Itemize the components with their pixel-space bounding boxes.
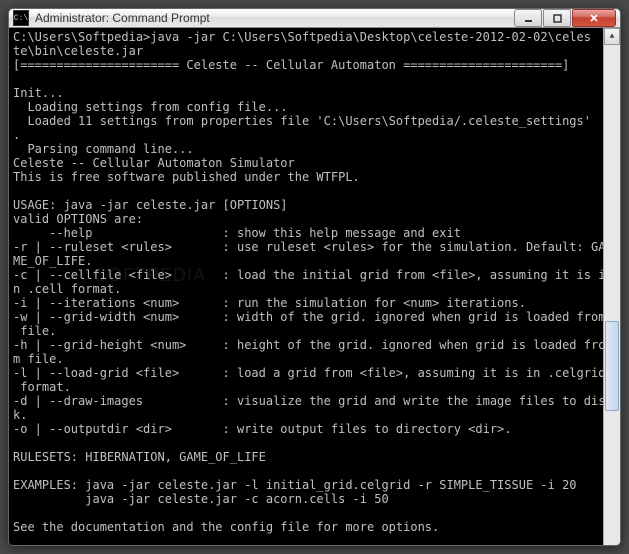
line: . xyxy=(13,128,20,142)
line: Init... xyxy=(13,86,64,100)
line: -h | --grid-height <num> : height of the… xyxy=(13,338,603,352)
command-prompt-window: C:\ Administrator: Command Prompt C:\Use… xyxy=(8,8,621,546)
scroll-track[interactable] xyxy=(604,45,620,546)
line: EXAMPLES: java -jar celeste.jar -l initi… xyxy=(13,478,577,492)
close-button[interactable] xyxy=(572,9,616,27)
line: See the documentation and the config fil… xyxy=(13,520,439,534)
line: Loaded 11 settings from properties file … xyxy=(13,114,591,128)
app-icon: C:\ xyxy=(13,10,29,26)
console-area: C:\Users\Softpedia>java -jar C:\Users\So… xyxy=(9,28,620,546)
line: format. xyxy=(13,380,71,394)
vertical-scrollbar[interactable]: ▲ ▼ xyxy=(603,28,620,546)
line: This is free software published under th… xyxy=(13,170,360,184)
line: -o | --outputdir <dir> : write output fi… xyxy=(13,422,512,436)
line: RULESETS: HIBERNATION, GAME_OF_LIFE xyxy=(13,450,266,464)
line: -w | --grid-width <num> : width of the g… xyxy=(13,310,603,324)
titlebar[interactable]: C:\ Administrator: Command Prompt xyxy=(9,9,620,28)
line: Parsing command line... xyxy=(13,142,194,156)
maximize-button[interactable] xyxy=(543,9,571,27)
line: k. xyxy=(13,408,27,422)
line: C:\Users\Softpedia>java -jar C:\Users\So… xyxy=(13,30,591,44)
window-title: Administrator: Command Prompt xyxy=(35,11,514,25)
line: --help : show this help message and exit xyxy=(13,226,461,240)
line: -c | --cellfile <file> : load the initia… xyxy=(13,268,603,282)
line: Loading settings from config file... xyxy=(13,100,288,114)
line: te\bin\celeste.jar xyxy=(13,44,143,58)
window-controls xyxy=(514,9,616,27)
line: -d | --draw-images : visualize the grid … xyxy=(13,394,603,408)
line: Celeste -- Cellular Automaton Simulator xyxy=(13,156,295,170)
line: java -jar celeste.jar -c acorn.cells -i … xyxy=(13,492,389,506)
line: -l | --load-grid <file> : load a grid fr… xyxy=(13,366,603,380)
line: file. xyxy=(13,324,56,338)
scroll-up-button[interactable]: ▲ xyxy=(604,28,620,45)
line: m file. xyxy=(13,352,64,366)
line: valid OPTIONS are: xyxy=(13,212,143,226)
line: -i | --iterations <num> : run the simula… xyxy=(13,296,526,310)
line: USAGE: java -jar celeste.jar [OPTIONS] xyxy=(13,198,288,212)
minimize-button[interactable] xyxy=(514,9,542,27)
line: [====================== Celeste -- Cellu… xyxy=(13,58,569,72)
scroll-thumb[interactable] xyxy=(605,321,619,411)
line: ME_OF_LIFE. xyxy=(13,254,92,268)
terminal-output[interactable]: C:\Users\Softpedia>java -jar C:\Users\So… xyxy=(9,28,603,546)
line: n .cell format. xyxy=(13,282,121,296)
line: -r | --ruleset <rules> : use ruleset <ru… xyxy=(13,240,603,254)
